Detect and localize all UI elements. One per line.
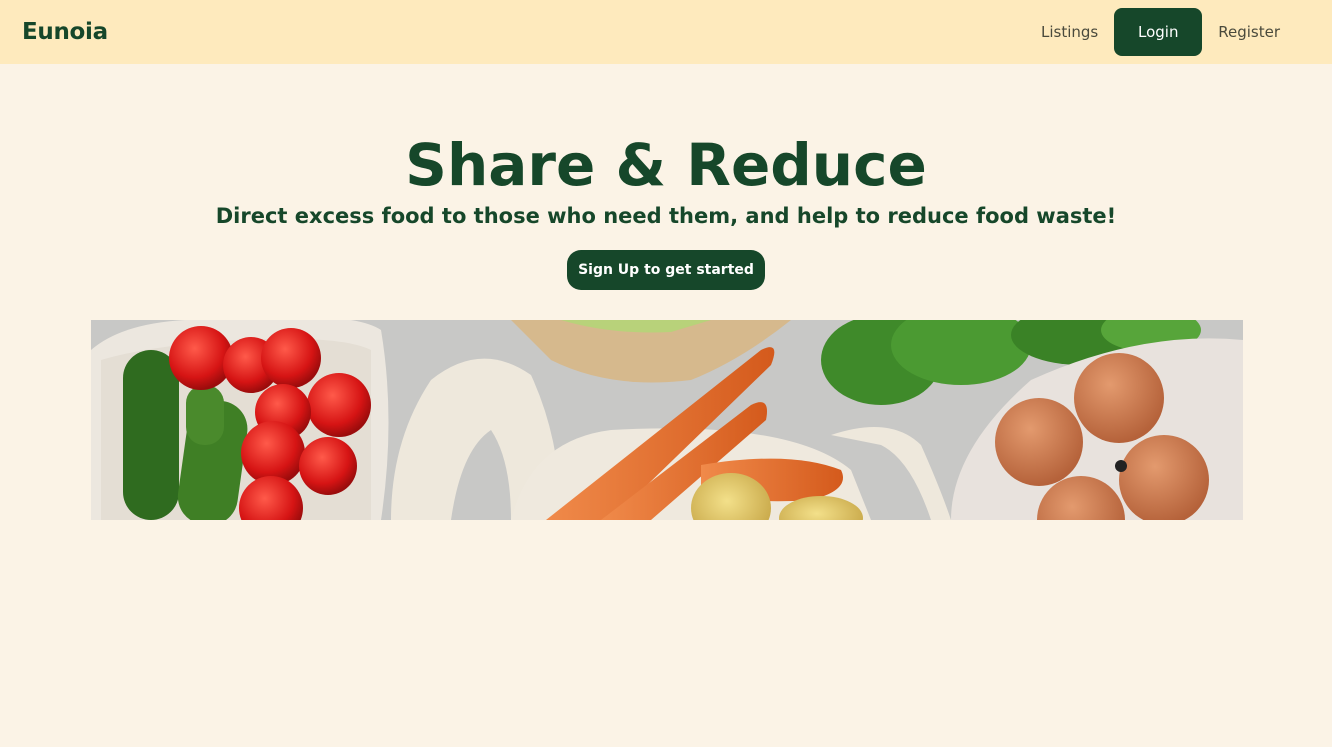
hero-title: Share & Reduce — [405, 131, 927, 199]
hero-subtitle: Direct excess food to those who need the… — [215, 204, 1117, 228]
groceries-illustration — [91, 320, 1243, 520]
brand-logo[interactable]: Eunoia — [22, 19, 108, 45]
navbar: Eunoia Listings Login Register — [0, 0, 1332, 64]
nav-link-register[interactable]: Register — [1202, 23, 1296, 41]
hero-banner-image — [91, 320, 1243, 520]
nav-links: Listings Login Register — [1025, 8, 1296, 56]
login-button[interactable]: Login — [1114, 8, 1203, 56]
hero-section: Share & Reduce Direct excess food to tho… — [0, 64, 1332, 290]
nav-link-listings[interactable]: Listings — [1025, 23, 1114, 41]
signup-button[interactable]: Sign Up to get started — [567, 250, 765, 290]
